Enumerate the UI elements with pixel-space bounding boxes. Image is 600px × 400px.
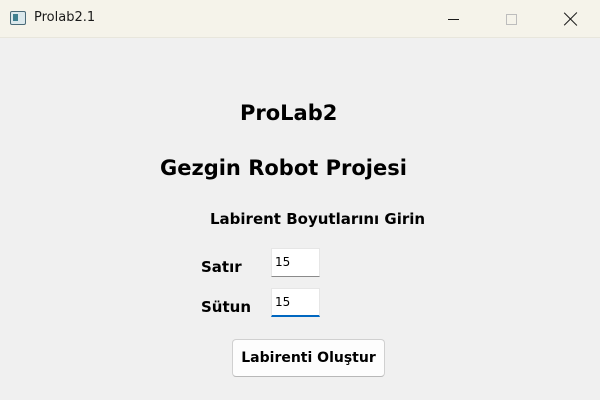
maximize-icon — [505, 13, 517, 25]
dimensions-instruction: Labirent Boyutlarını Girin — [210, 210, 426, 228]
close-icon — [564, 12, 578, 26]
close-button[interactable] — [542, 0, 600, 38]
app-heading: ProLab2 — [240, 101, 338, 125]
project-title: Gezgin Robot Projesi — [160, 156, 407, 180]
minimize-button[interactable] — [424, 0, 482, 38]
rows-label: Satır — [201, 258, 242, 276]
title-bar: Prolab2.1 — [0, 0, 600, 38]
columns-input[interactable]: 15 — [271, 288, 320, 317]
maximize-button[interactable] — [482, 0, 540, 38]
create-maze-button[interactable]: Labirenti Oluştur — [232, 339, 385, 377]
minimize-icon — [447, 18, 459, 20]
window-title: Prolab2.1 — [34, 10, 96, 25]
rows-input[interactable]: 15 — [271, 248, 320, 277]
app-icon — [10, 11, 26, 25]
columns-label: Sütun — [201, 298, 252, 316]
